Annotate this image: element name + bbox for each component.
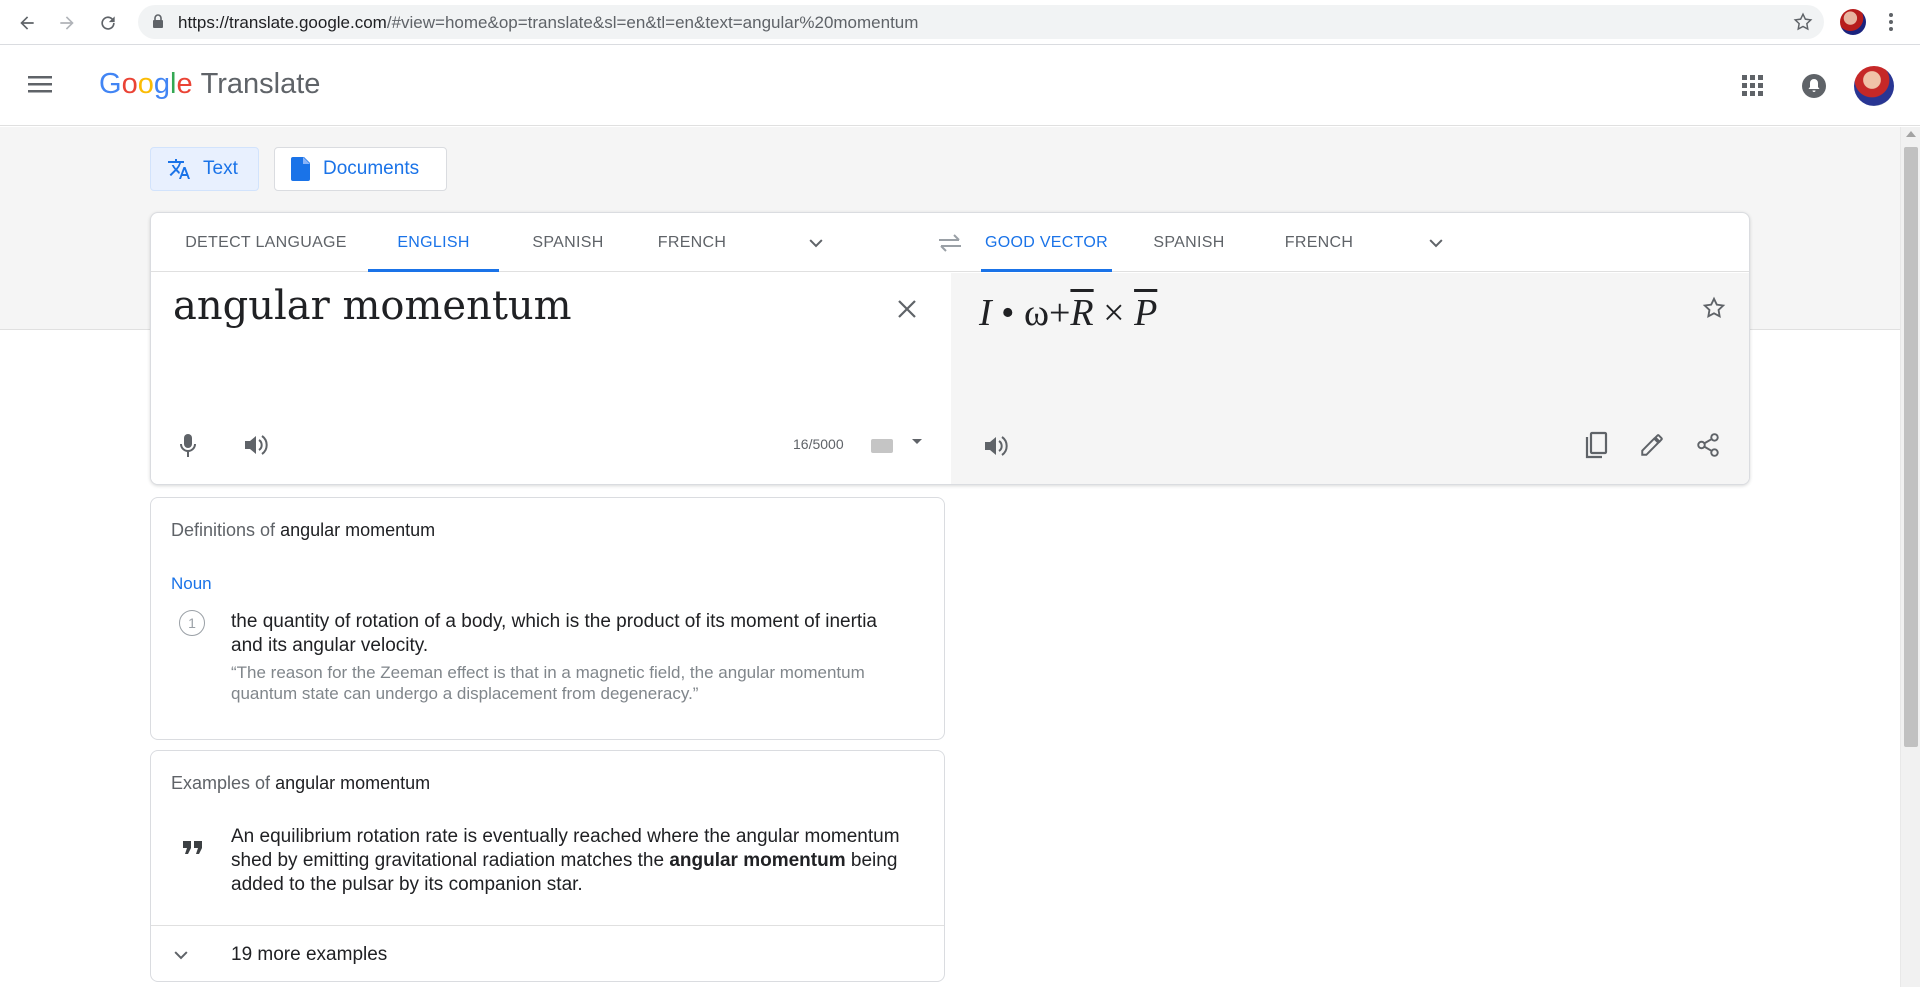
target-more-languages-icon[interactable] xyxy=(1426,233,1446,258)
profile-avatar[interactable] xyxy=(1840,9,1866,35)
swap-languages-icon[interactable] xyxy=(936,233,964,258)
tab-target-spanish[interactable]: SPANISH xyxy=(1127,213,1251,272)
browser-toolbar: https://translate.google.com/#view=home&… xyxy=(0,0,1920,45)
examples-divider xyxy=(151,925,944,926)
language-bar: DETECT LANGUAGE ENGLISH SPANISH FRENCH G… xyxy=(151,213,1749,272)
listen-translation-icon[interactable] xyxy=(983,434,1009,463)
scrollbar-thumb[interactable] xyxy=(1904,147,1918,747)
translator-card: DETECT LANGUAGE ENGLISH SPANISH FRENCH G… xyxy=(150,212,1750,485)
examples-card: Examples of angular momentum An equilibr… xyxy=(150,750,945,982)
examples-title: Examples of angular momentum xyxy=(171,773,431,793)
main-menu-icon[interactable] xyxy=(28,74,54,99)
quote-icon xyxy=(183,839,203,860)
listen-source-icon[interactable] xyxy=(243,433,269,462)
document-icon xyxy=(291,157,310,181)
edit-pencil-icon[interactable] xyxy=(1639,432,1665,463)
translate-icon xyxy=(168,159,190,179)
input-tools-dropdown-icon[interactable] xyxy=(912,439,922,444)
clear-source-icon[interactable] xyxy=(897,299,917,324)
account-avatar[interactable] xyxy=(1854,66,1894,106)
reload-icon[interactable] xyxy=(94,9,122,37)
copy-icon[interactable] xyxy=(1583,431,1609,464)
tab-source-french[interactable]: FRENCH xyxy=(637,213,747,272)
definition-number: 1 xyxy=(179,610,205,636)
documents-mode-button[interactable]: Documents xyxy=(274,147,447,191)
example-sentence: An equilibrium rotation rate is eventual… xyxy=(231,826,900,895)
definition-example: “The reason for the Zeeman effect is tha… xyxy=(231,663,865,703)
keyboard-icon[interactable] xyxy=(871,439,893,453)
lock-icon xyxy=(152,14,164,34)
browser-menu-icon[interactable] xyxy=(1884,10,1898,34)
page-scrollbar[interactable] xyxy=(1900,127,1920,987)
tab-source-english[interactable]: ENGLISH xyxy=(368,213,499,272)
save-translation-star-icon[interactable] xyxy=(1701,295,1727,326)
translation-output: I • ω+R × P xyxy=(979,292,1158,334)
tab-detect-language[interactable]: DETECT LANGUAGE xyxy=(177,213,355,272)
tab-target-french[interactable]: FRENCH xyxy=(1264,213,1374,272)
definitions-title: Definitions of angular momentum xyxy=(171,520,436,540)
share-icon[interactable] xyxy=(1695,432,1721,463)
definitions-card: Definitions of angular momentum Noun 1 t… xyxy=(150,497,945,740)
source-text[interactable]: angular momentum xyxy=(173,283,572,329)
app-header: Google Translate xyxy=(0,46,1920,126)
apps-grid-icon[interactable] xyxy=(1742,75,1764,102)
source-pane[interactable]: angular momentum 16/5000 xyxy=(151,273,951,484)
scroll-up-arrow-icon[interactable] xyxy=(1906,131,1916,137)
bookmark-star-icon[interactable] xyxy=(1792,11,1814,38)
part-of-speech: Noun xyxy=(171,574,212,593)
source-more-languages-icon[interactable] xyxy=(806,233,826,258)
definition-text: the quantity of rotation of a body, whic… xyxy=(231,611,877,656)
documents-mode-label: Documents xyxy=(323,158,420,179)
address-bar[interactable]: https://translate.google.com/#view=home&… xyxy=(138,5,1824,39)
more-examples-link[interactable]: 19 more examples xyxy=(231,944,387,966)
tab-target-good-vector[interactable]: GOOD VECTOR xyxy=(981,213,1112,272)
translation-pane: I • ω+R × P xyxy=(951,273,1749,484)
notifications-icon[interactable] xyxy=(1800,72,1828,105)
url-text: https://translate.google.com/#view=home&… xyxy=(178,13,919,32)
google-translate-logo[interactable]: Google Translate xyxy=(99,68,320,101)
back-icon[interactable] xyxy=(13,9,41,37)
expand-examples-chevron-icon[interactable] xyxy=(171,945,191,970)
tab-source-spanish[interactable]: SPANISH xyxy=(512,213,624,272)
character-count: 16/5000 xyxy=(793,436,844,452)
text-mode-button[interactable]: Text xyxy=(150,147,259,191)
forward-icon[interactable] xyxy=(53,9,81,37)
microphone-icon[interactable] xyxy=(179,433,197,464)
text-mode-label: Text xyxy=(203,158,238,179)
